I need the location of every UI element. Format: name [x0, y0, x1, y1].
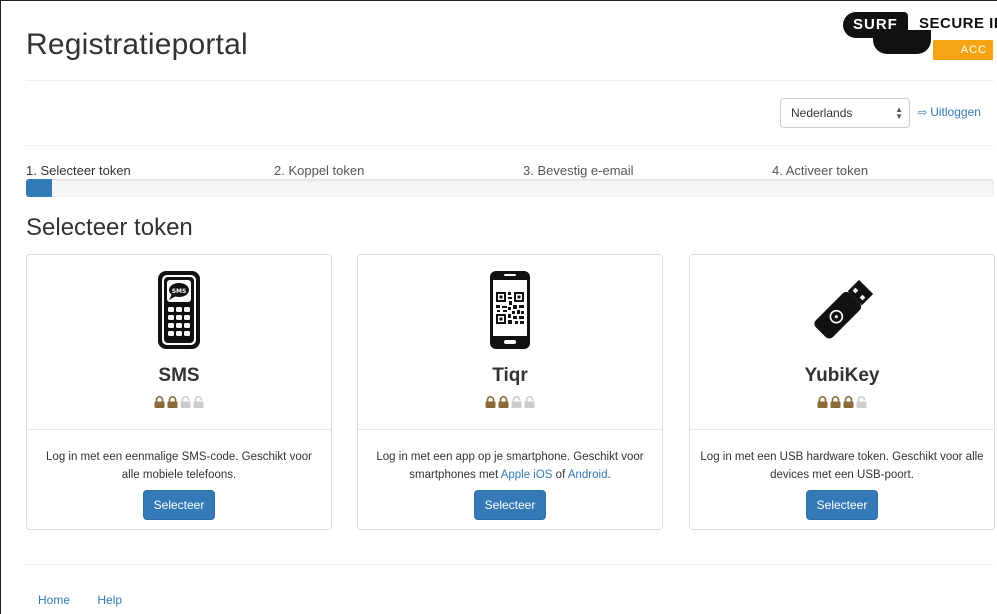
token-description: Log in met een eenmalige SMS-code. Gesch… [33, 448, 325, 484]
sms-phone-icon: SMS [27, 269, 331, 353]
apple-ios-link[interactable]: Apple iOS [501, 469, 553, 481]
security-level [690, 396, 994, 408]
lock-open-icon [511, 396, 522, 408]
footer-link-home[interactable]: Home [38, 593, 70, 607]
lock-closed-icon [154, 396, 165, 408]
lock-open-icon [180, 396, 191, 408]
android-link[interactable]: Android [568, 469, 608, 481]
description-line: alle mobiele telefoons. [121, 469, 237, 481]
footer-divider [26, 564, 994, 565]
logout-icon: ⇨ [918, 107, 928, 119]
header-divider [26, 80, 994, 81]
lock-closed-icon [830, 396, 841, 408]
usb-key-icon [690, 269, 994, 353]
step-1: 1. Selecteer token [26, 163, 131, 178]
language-select-value: Nederlands [791, 106, 853, 120]
lock-open-icon [856, 396, 867, 408]
svg-text:SMS: SMS [172, 288, 187, 295]
security-level [358, 396, 662, 408]
token-name: SMS [158, 365, 200, 386]
token-name: Tiqr [492, 365, 528, 386]
lock-open-icon [524, 396, 535, 408]
token-card-sms: SMS SMS Log in met een eenmalige SMS-cod… [26, 254, 332, 530]
app-title: Registratieportal [26, 28, 248, 61]
lock-closed-icon [167, 396, 178, 408]
card-divider [358, 429, 662, 430]
step-4: 4. Activeer token [772, 163, 869, 178]
description-line: Log in met een app op je smartphone. Ges… [376, 451, 644, 463]
qr-smartphone-icon [358, 269, 662, 353]
logo-secureid-text: SECURE ID [919, 15, 997, 32]
description-text: smartphones met [409, 469, 501, 481]
step-3: 3. Bevestig e-email [523, 163, 634, 178]
token-description: Log in met een USB hardware token. Gesch… [696, 448, 988, 484]
lock-closed-icon [817, 396, 828, 408]
description-line: Log in met een eenmalige SMS-code. Gesch… [46, 451, 312, 463]
description-line: devices met een USB-poort. [770, 469, 914, 481]
description-text: . [607, 469, 611, 481]
card-divider [27, 429, 331, 430]
security-level [27, 396, 331, 408]
environment-badge: ACC [933, 40, 993, 60]
lock-closed-icon [485, 396, 496, 408]
step-2: 2. Koppel token [274, 163, 365, 178]
logo-surf-text: SURF [843, 12, 908, 38]
token-card-tiqr: Tiqr Log in met een app op je smartphone… [357, 254, 663, 530]
description-text: of [552, 469, 568, 481]
select-sms-button[interactable]: Selecteer [143, 490, 215, 520]
lock-closed-icon [498, 396, 509, 408]
lock-closed-icon [843, 396, 854, 408]
select-tiqr-button[interactable]: Selecteer [474, 490, 546, 520]
step-indicator: 1. Selecteer token 2. Koppel token 3. Be… [26, 163, 994, 179]
select-arrows-icon: ▲ ▼ [895, 105, 903, 121]
select-yubikey-button[interactable]: Selecteer [806, 490, 878, 520]
section-title: Selecteer token [26, 214, 193, 241]
lock-open-icon [193, 396, 204, 408]
logout-label: Uitloggen [930, 105, 981, 119]
description-line: Log in met een USB hardware token. Gesch… [700, 451, 984, 463]
token-card-yubikey: YubiKey Log in met een USB hardware toke… [689, 254, 995, 530]
logout-link[interactable]: ⇨ Uitloggen [918, 105, 981, 119]
language-select[interactable]: Nederlands ▲ ▼ [780, 98, 910, 128]
surf-secureid-logo: SURF SECURE ID ACC [843, 12, 997, 60]
token-name: YubiKey [804, 365, 880, 386]
card-divider [690, 429, 994, 430]
toolbar-divider [26, 145, 994, 146]
footer-link-help[interactable]: Help [97, 593, 122, 607]
progress-bar [26, 179, 53, 197]
token-description: Log in met een app op je smartphone. Ges… [364, 448, 656, 484]
footer: Home Help [38, 593, 146, 607]
progress-track [26, 179, 994, 197]
